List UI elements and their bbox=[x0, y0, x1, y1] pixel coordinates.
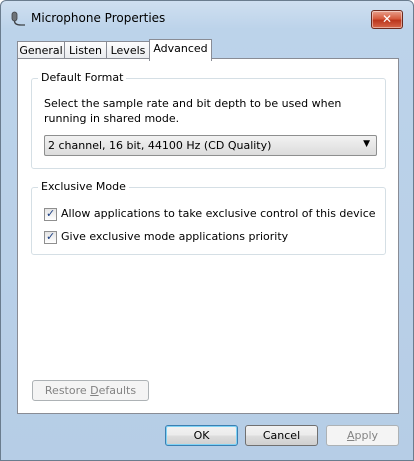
close-icon: ✕ bbox=[381, 12, 393, 26]
title-bar[interactable]: Microphone Properties ✕ bbox=[1, 1, 413, 35]
button-label-accelerator: D bbox=[90, 384, 99, 397]
checkmark-icon: ✓ bbox=[46, 230, 56, 243]
allow-exclusive-control-checkbox[interactable]: ✓ bbox=[44, 207, 57, 221]
button-label: OK bbox=[193, 429, 210, 442]
button-label-part: efaults bbox=[98, 384, 137, 397]
chevron-down-icon: ▼ bbox=[363, 139, 370, 149]
microphone-icon bbox=[11, 11, 25, 26]
window-title: Microphone Properties bbox=[31, 11, 166, 25]
group-label: Exclusive Mode bbox=[38, 180, 129, 193]
button-label-part: Restore bbox=[44, 384, 91, 397]
checkbox-label: Allow applications to take exclusive con… bbox=[61, 207, 376, 220]
tab-label: Advanced bbox=[153, 42, 208, 55]
cancel-button[interactable]: Cancel bbox=[245, 425, 318, 446]
group-label: Default Format bbox=[38, 71, 127, 84]
format-selected-value: 2 channel, 16 bit, 44100 Hz (CD Quality) bbox=[48, 139, 272, 152]
tab-advanced[interactable]: Advanced bbox=[149, 39, 212, 61]
checkbox-label: Give exclusive mode applications priorit… bbox=[61, 230, 289, 243]
tab-listen[interactable]: Listen bbox=[64, 41, 107, 59]
advanced-panel: Default Format Select the sample rate an… bbox=[17, 58, 399, 414]
apply-button[interactable]: Apply bbox=[326, 425, 399, 446]
restore-defaults-button[interactable]: Restore Defaults bbox=[32, 380, 149, 401]
tab-label: General bbox=[19, 44, 63, 57]
ok-button[interactable]: OK bbox=[165, 425, 238, 446]
button-label: Cancel bbox=[262, 429, 301, 442]
default-format-group: Default Format Select the sample rate an… bbox=[31, 71, 386, 169]
tab-label: Levels bbox=[110, 44, 146, 57]
format-dropdown[interactable]: 2 channel, 16 bit, 44100 Hz (CD Quality)… bbox=[44, 135, 377, 156]
button-label-accelerator: A bbox=[346, 429, 355, 442]
tab-label: Listen bbox=[69, 44, 102, 57]
default-format-description: Select the sample rate and bit depth to … bbox=[44, 97, 342, 125]
tab-general[interactable]: General bbox=[17, 41, 65, 59]
dialog-window: Microphone Properties ✕ General Listen L… bbox=[0, 0, 414, 461]
close-button[interactable]: ✕ bbox=[371, 10, 403, 29]
exclusive-priority-checkbox[interactable]: ✓ bbox=[44, 230, 57, 244]
checkmark-icon: ✓ bbox=[46, 207, 56, 220]
exclusive-mode-group: Exclusive Mode ✓ Allow applications to t… bbox=[31, 180, 386, 255]
tab-levels[interactable]: Levels bbox=[106, 41, 150, 59]
button-label-part: pply bbox=[354, 429, 379, 442]
